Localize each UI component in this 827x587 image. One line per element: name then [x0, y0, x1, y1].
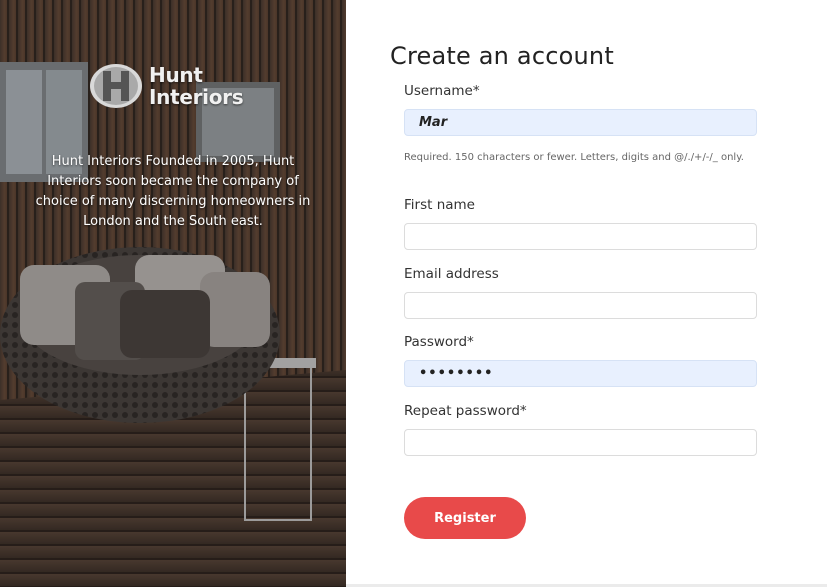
username-input[interactable]: Mar: [404, 109, 757, 136]
page-title: Create an account: [390, 42, 614, 70]
email-input[interactable]: [404, 292, 757, 319]
page: Hunt Interiors Hunt Interiors Founded in…: [0, 0, 827, 587]
signup-form-panel: Create an account Username* Mar Required…: [346, 0, 827, 587]
first-name-input[interactable]: [404, 223, 757, 250]
brand-logo: Hunt Interiors: [89, 62, 244, 110]
username-value: Mar: [419, 115, 448, 130]
repeat-password-label: Repeat password*: [404, 403, 527, 419]
username-help-text: Required. 150 characters or fewer. Lette…: [404, 152, 744, 163]
brand-description: Hunt Interiors Founded in 2005, Hunt Int…: [35, 154, 311, 229]
logo-h-emblem-icon: [90, 64, 142, 108]
email-label: Email address: [404, 266, 499, 282]
password-masked-value: ••••••••: [419, 366, 494, 381]
logo-wordmark: Hunt Interiors: [149, 63, 244, 109]
repeat-password-input[interactable]: [404, 429, 757, 456]
first-name-label: First name: [404, 197, 475, 213]
username-label: Username*: [404, 83, 480, 99]
password-input[interactable]: ••••••••: [404, 360, 757, 387]
hero-panel: Hunt Interiors Hunt Interiors Founded in…: [0, 0, 346, 587]
password-label: Password*: [404, 334, 474, 350]
logo-line-1: Hunt: [149, 63, 203, 87]
register-button[interactable]: Register: [404, 497, 526, 539]
logo-line-2: Interiors: [149, 85, 244, 109]
